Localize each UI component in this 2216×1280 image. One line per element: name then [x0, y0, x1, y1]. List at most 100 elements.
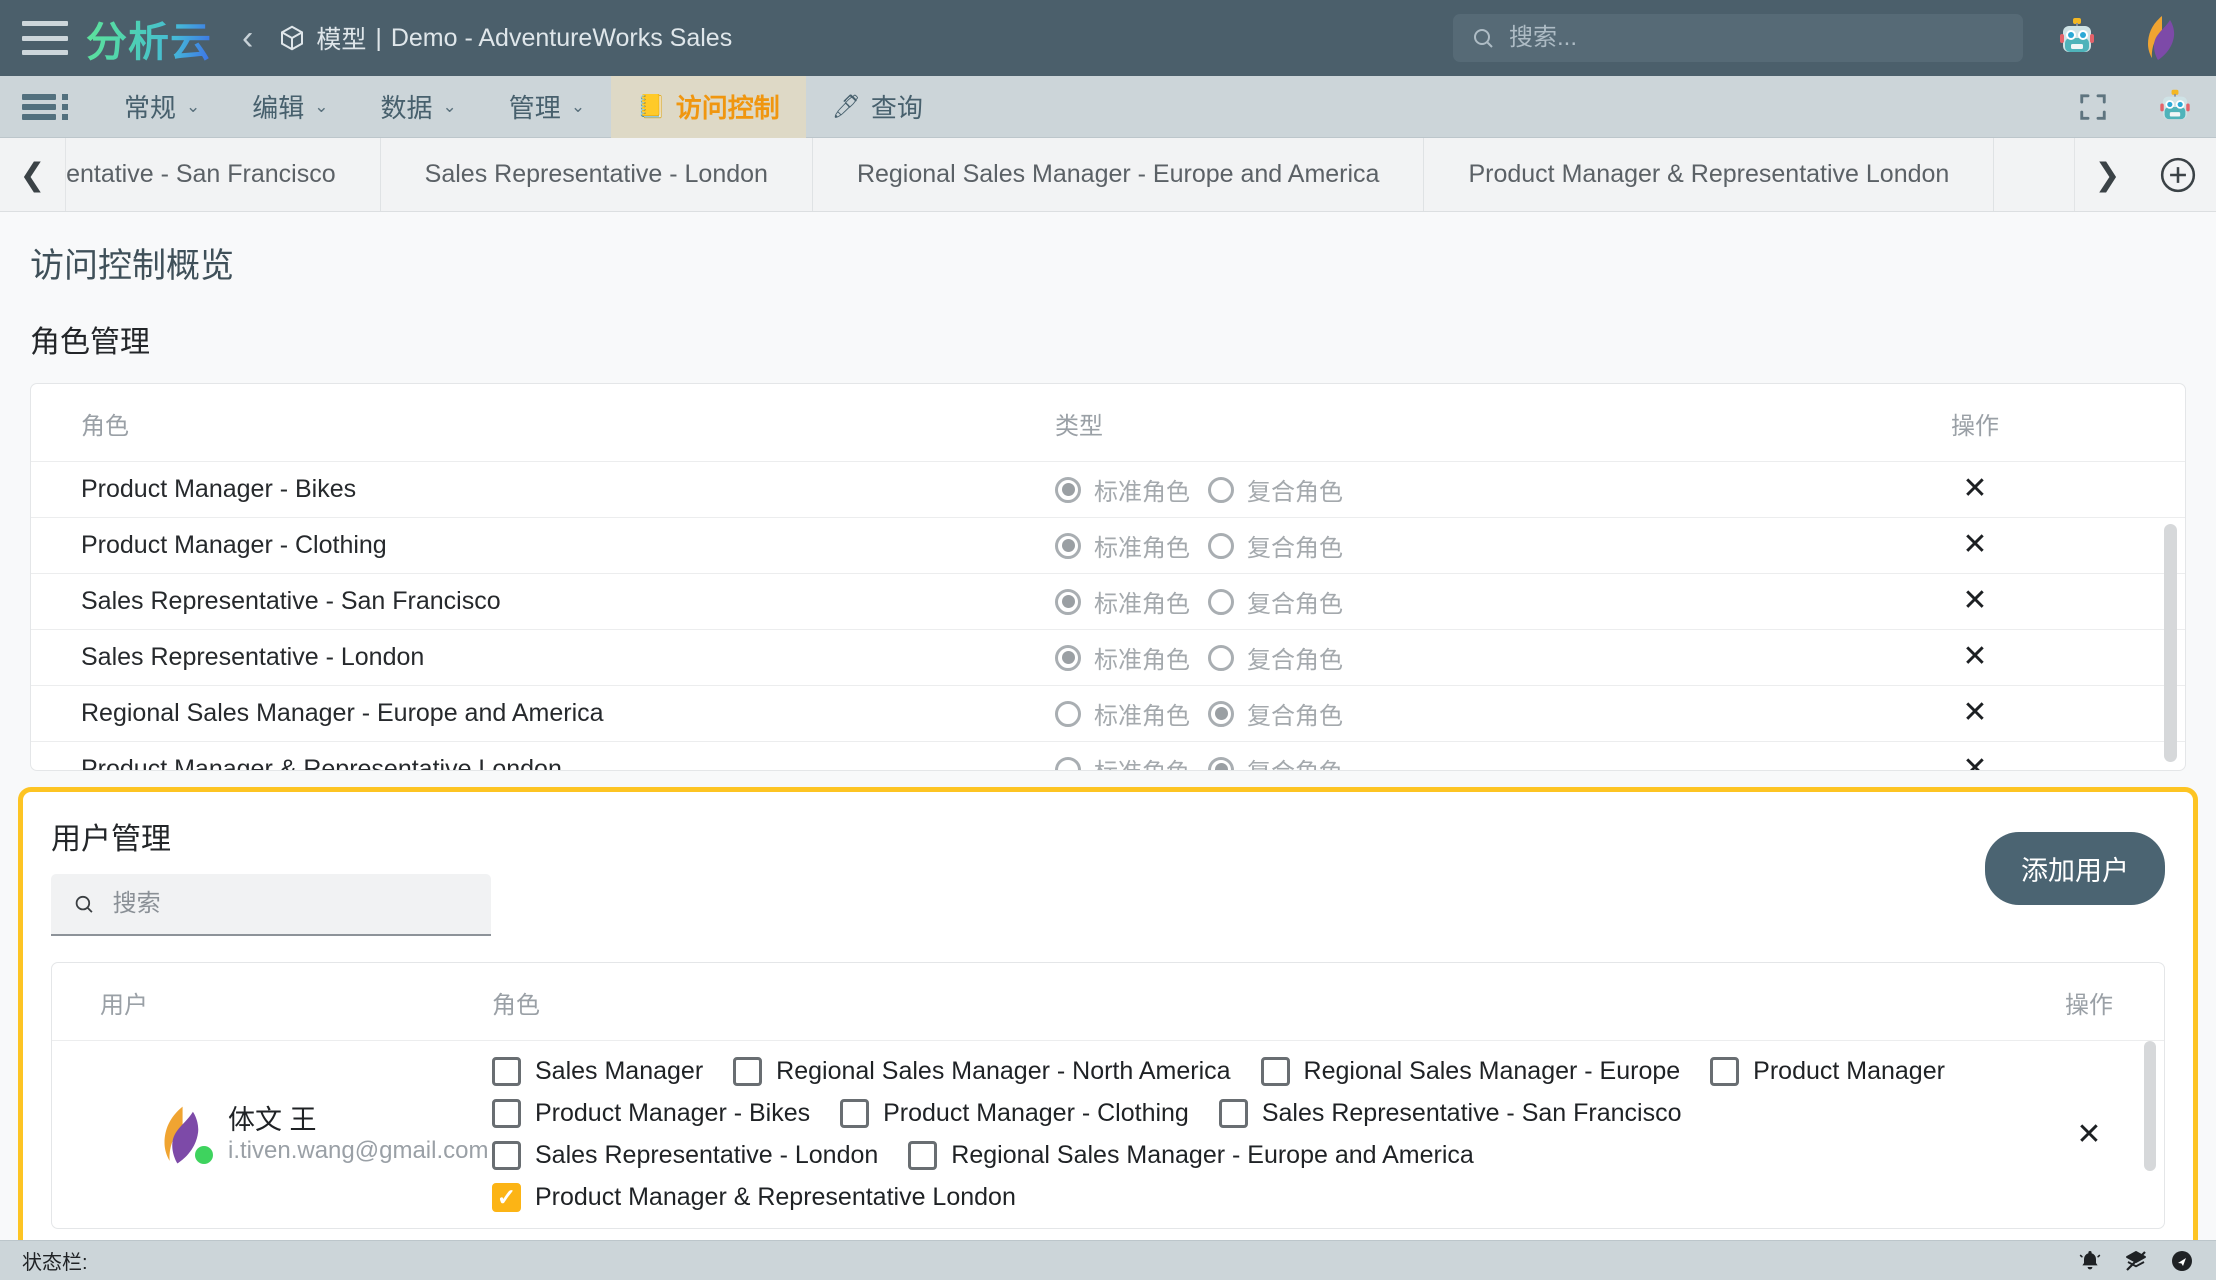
radio-composite-role[interactable]: 复合角色: [1208, 752, 1343, 770]
radio-composite-role[interactable]: 复合角色: [1208, 640, 1343, 675]
leaf-logo-icon[interactable]: [2140, 14, 2180, 62]
close-x-icon[interactable]: ✕: [1962, 474, 1987, 504]
tab-regional-sales-manager-europe-and-america[interactable]: Regional Sales Manager - Europe and Amer…: [813, 138, 1425, 211]
checkbox-label: Product Manager & Representative London: [535, 1183, 1016, 1211]
top-header: 分析云 ‹ 模型 | Demo - AdventureWorks Sales: [0, 0, 2216, 76]
checkbox-box: [840, 1099, 870, 1128]
radio-label: 复合角色: [1247, 591, 1343, 618]
avatar: [152, 1104, 213, 1166]
role-checkbox-product-manager-representative-london[interactable]: Product Manager & Representative London: [492, 1183, 1016, 1212]
role-type-cell: 标准角色 复合角色: [1005, 517, 1765, 574]
role-checkbox-regional-sales-manager-north-america[interactable]: Regional Sales Manager - North America: [733, 1057, 1231, 1086]
radio-standard-role[interactable]: 标准角色: [1055, 528, 1190, 563]
user-roles-cell: Sales Manager Regional Sales Manager - N…: [492, 1057, 2014, 1212]
role-management-card: 角色 类型 操作 Product Manager - Bikes 标准角色 复合…: [30, 383, 2186, 771]
close-x-icon[interactable]: ✕: [1962, 698, 1987, 728]
table-row[interactable]: Product Manager & Representative London …: [31, 741, 2185, 771]
user-management-header-left: 用户管理: [51, 814, 1985, 936]
document-tabstrip: ❮ Sales Representative - San Francisco S…: [0, 138, 2216, 212]
checkbox-box: [492, 1141, 521, 1170]
layers-off-icon[interactable]: [2124, 1249, 2148, 1273]
radio-label: 标准角色: [1094, 647, 1190, 674]
role-checkbox-product-manager-bikes[interactable]: Product Manager - Bikes: [492, 1099, 810, 1128]
user-search[interactable]: [51, 874, 491, 936]
table-row[interactable]: Sales Representative - London 标准角色 复合角色 …: [31, 629, 2185, 686]
main-menu-hamburger-icon[interactable]: [22, 21, 68, 55]
breadcrumb-model: 模型: [316, 26, 367, 54]
fullscreen-icon[interactable]: [2078, 92, 2108, 122]
checkbox-box: [1218, 1099, 1248, 1128]
radio-composite-role[interactable]: 复合角色: [1208, 472, 1343, 507]
add-tab-button[interactable]: [2140, 156, 2216, 194]
role-checkbox-sales-representative-london[interactable]: Sales Representative - London: [492, 1141, 878, 1170]
role-name-cell: Sales Representative - London: [31, 629, 1005, 686]
tab-sales-representative-london[interactable]: Sales Representative - London: [381, 138, 813, 211]
close-x-icon[interactable]: ✕: [1962, 642, 1987, 672]
radio-label: 标准角色: [1094, 535, 1190, 562]
radio-standard-role[interactable]: 标准角色: [1055, 640, 1190, 675]
close-x-icon[interactable]: ✕: [1962, 530, 1987, 560]
menu-item-manage[interactable]: 管理 ⌄: [483, 76, 611, 138]
page-title: 访问控制概览: [30, 247, 234, 285]
role-table: 角色 类型 操作 Product Manager - Bikes 标准角色 复合…: [31, 384, 2185, 770]
role-checkbox-product-manager-clothing[interactable]: Product Manager - Clothing: [840, 1099, 1189, 1128]
radio-composite-role[interactable]: 复合角色: [1208, 696, 1343, 731]
user-table-header-row: 用户 角色 操作: [52, 963, 2164, 1041]
user-table-scrollbar[interactable]: [2144, 1041, 2156, 1171]
list-grip-icon[interactable]: [22, 93, 68, 120]
close-x-icon[interactable]: ✕: [2076, 1119, 2101, 1150]
menu-item-edit[interactable]: 编辑 ⌄: [226, 76, 354, 138]
role-type-cell: 标准角色 复合角色: [1005, 573, 1765, 630]
menu-item-general[interactable]: 常规 ⌄: [98, 76, 226, 138]
menu-item-query[interactable]: 🖊 查询: [806, 76, 949, 138]
breadcrumb-document: Demo - AdventureWorks Sales: [390, 23, 733, 52]
role-checkbox-product-manager[interactable]: Product Manager: [1710, 1057, 1945, 1086]
radio-label: 标准角色: [1094, 591, 1190, 618]
robot-avatar-icon[interactable]: [2055, 16, 2099, 60]
type-column-header: 类型: [1005, 384, 1765, 462]
user-management-section: 用户管理 添加用户 用户 角色 操作: [18, 787, 2198, 1260]
tabstrip-scroll-right-icon[interactable]: ❯: [2074, 138, 2140, 211]
menu-item-data[interactable]: 数据 ⌄: [355, 76, 483, 138]
close-x-icon[interactable]: ✕: [1962, 586, 1987, 616]
tab-product-manager-representative-london[interactable]: Product Manager & Representative London: [1424, 138, 1995, 211]
radio-indicator: [1208, 532, 1234, 559]
table-row[interactable]: Product Manager - Clothing 标准角色 复合角色 ✕: [31, 517, 2185, 574]
radio-label: 标准角色: [1094, 752, 1190, 770]
navigation-circle-icon[interactable]: [2170, 1249, 2194, 1273]
radio-composite-role[interactable]: 复合角色: [1208, 528, 1343, 563]
role-table-scrollbar[interactable]: [2164, 524, 2177, 762]
table-row[interactable]: Sales Representative - San Francisco 标准角…: [31, 573, 2185, 630]
checkbox-box: [492, 1057, 521, 1086]
global-search-input[interactable]: [1509, 24, 2005, 52]
notebook-icon: 📒: [637, 93, 666, 119]
search-icon: [1474, 29, 1493, 48]
breadcrumb-separator: |: [375, 23, 382, 52]
tabstrip-scroll-left-icon[interactable]: ❮: [0, 138, 66, 211]
add-user-button[interactable]: 添加用户: [1985, 832, 2165, 905]
radio-standard-role[interactable]: 标准角色: [1055, 472, 1190, 507]
table-row[interactable]: Regional Sales Manager - Europe and Amer…: [31, 685, 2185, 742]
user-action-cell: ✕: [2014, 1119, 2164, 1150]
bell-icon[interactable]: [2078, 1249, 2102, 1273]
role-name-cell: Product Manager & Representative London: [31, 741, 1005, 770]
role-checkbox-sales-manager[interactable]: Sales Manager: [492, 1057, 703, 1086]
global-search[interactable]: [1453, 14, 2023, 62]
radio-standard-role[interactable]: 标准角色: [1055, 752, 1190, 770]
role-checkbox-sales-representative-san-francisco[interactable]: Sales Representative - San Francisco: [1218, 1099, 1682, 1128]
radio-standard-role[interactable]: 标准角色: [1055, 584, 1190, 619]
checkbox-label: Sales Representative - San Francisco: [1261, 1099, 1682, 1127]
back-navigation-icon[interactable]: ‹: [242, 21, 253, 55]
checkbox-box: [492, 1183, 521, 1212]
robot-avatar-icon[interactable]: [2156, 88, 2194, 126]
user-search-input[interactable]: [112, 890, 469, 918]
close-x-icon[interactable]: ✕: [1962, 754, 1987, 771]
radio-standard-role[interactable]: 标准角色: [1055, 696, 1190, 731]
tab-sales-representative-san-francisco[interactable]: Sales Representative - San Francisco: [66, 138, 381, 211]
role-checkbox-regional-sales-manager-europe[interactable]: Regional Sales Manager - Europe: [1260, 1057, 1680, 1086]
radio-composite-role[interactable]: 复合角色: [1208, 584, 1343, 619]
menu-item-access-control[interactable]: 📒 访问控制: [611, 75, 806, 138]
brand-logo-text: 分析云: [86, 8, 212, 68]
table-row[interactable]: Product Manager - Bikes 标准角色 复合角色 ✕: [31, 461, 2185, 518]
role-checkbox-regional-sales-manager-europe-and-america[interactable]: Regional Sales Manager - Europe and Amer…: [908, 1141, 1474, 1170]
